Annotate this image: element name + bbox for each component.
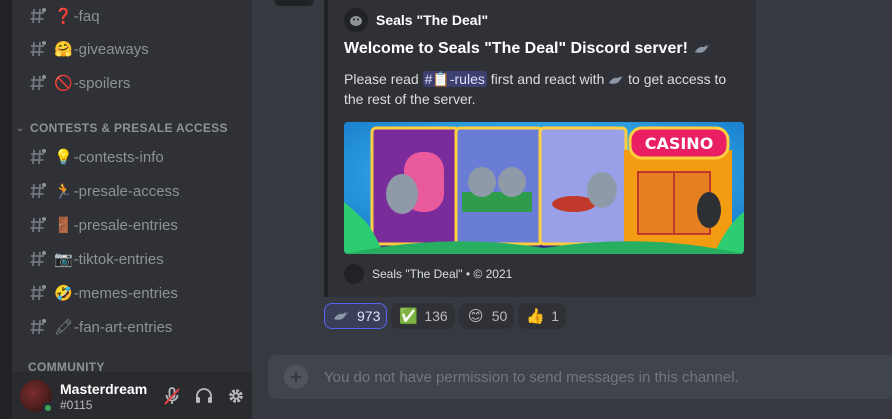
- door-icon: 🚪: [54, 216, 73, 234]
- question-icon: ❓: [54, 7, 73, 25]
- seal-logo-icon: [344, 264, 364, 284]
- embed-title-text: Welcome to Seals "The Deal" Discord serv…: [344, 40, 688, 57]
- reaction-check[interactable]: ✅ 136: [391, 303, 455, 329]
- online-status-icon: [42, 401, 54, 414]
- thumbs-up-icon: 👍: [525, 307, 545, 325]
- reaction-thumbs-up[interactable]: 👍 1: [518, 303, 567, 329]
- user-settings-button[interactable]: [220, 380, 252, 412]
- running-icon: 🏃: [54, 182, 73, 200]
- embed-author: Seals "The Deal": [344, 8, 488, 32]
- avatar[interactable]: [20, 379, 54, 414]
- channel-memes-entries[interactable]: 🤣 -memes-entries: [20, 277, 246, 309]
- category-contests-presale[interactable]: ⌄ CONTESTS & PRESALE ACCESS: [14, 119, 228, 137]
- seal-logo-icon: [344, 8, 368, 32]
- channel-faq[interactable]: ❓ -faq: [20, 0, 246, 32]
- channel-giveaways[interactable]: 🤗 -giveaways: [20, 33, 246, 65]
- hashtag-icon: [28, 317, 48, 337]
- channel-name: -giveaways: [73, 40, 149, 58]
- user-discriminator: #0115: [60, 397, 93, 412]
- welcome-embed: Seals "The Deal" Welcome to Seals "The D…: [324, 0, 756, 297]
- user-controls: [156, 380, 252, 412]
- channel-spoilers[interactable]: 🚫 -spoilers: [20, 67, 246, 99]
- crayon-icon: 🖍: [54, 318, 74, 336]
- reaction-smile[interactable]: 😊 50: [458, 303, 515, 329]
- hashtag-icon: [28, 73, 48, 93]
- user-panel: Masterdream #0115: [12, 372, 252, 419]
- check-mark-icon: ✅: [399, 307, 418, 325]
- lightbulb-icon: 💡: [54, 148, 73, 166]
- channel-name: -tiktok-entries: [73, 250, 164, 268]
- channel-tiktok-entries[interactable]: 📷 -tiktok-entries: [20, 243, 246, 275]
- deafen-button[interactable]: [188, 380, 220, 412]
- channel-presale-entries[interactable]: 🚪 -presale-entries: [20, 209, 246, 241]
- casino-banner-image[interactable]: CASINO: [344, 122, 744, 254]
- reaction-count: 1: [551, 308, 560, 324]
- reaction-seal[interactable]: 973: [324, 303, 388, 329]
- chevron-down-icon: ⌄: [16, 122, 24, 133]
- channel-name: -contests-info: [73, 148, 164, 166]
- plus-icon: [291, 372, 301, 382]
- channel-presale-access[interactable]: 🏃 -presale-access: [20, 175, 246, 207]
- seal-emoji-icon: [694, 45, 709, 53]
- channel-fan-art-entries[interactable]: 🖍 -fan-art-entries: [20, 311, 246, 343]
- channel-name: -fan-art-entries: [74, 318, 173, 336]
- user-info[interactable]: Masterdream #0115: [60, 380, 154, 412]
- embed-title: Welcome to Seals "The Deal" Discord serv…: [344, 40, 710, 58]
- server-list-edge: [0, 0, 12, 419]
- smiling-face-icon: 😊: [467, 307, 484, 325]
- gear-icon: [229, 388, 243, 403]
- message-composer: You do not have permission to send messa…: [268, 355, 892, 399]
- composer-placeholder: You do not have permission to send messa…: [324, 368, 739, 386]
- category-label: CONTESTS & PRESALE ACCESS: [30, 121, 228, 135]
- desc-text: first and react with: [486, 71, 609, 87]
- clipboard-icon: 📋: [432, 72, 450, 88]
- message-area: Seals "The Deal" Welcome to Seals "The D…: [252, 0, 892, 419]
- hugging-face-icon: 🤗: [54, 40, 73, 58]
- discord-app: ❓ -faq 🤗 -giveaways 🚫 -spoilers ⌄ CONTES…: [0, 0, 892, 419]
- add-attachment-button[interactable]: [284, 365, 308, 389]
- reaction-count: 973: [357, 308, 381, 324]
- rules-channel-mention[interactable]: #📋-rules: [422, 71, 487, 88]
- mention-name: -rules: [449, 71, 485, 87]
- no-entry-icon: 🚫: [54, 74, 73, 92]
- reaction-count: 50: [491, 308, 508, 324]
- channel-contests-info[interactable]: 💡 -contests-info: [20, 141, 246, 173]
- seal-emoji-icon: [609, 76, 624, 85]
- casino-sign-text: CASINO: [645, 134, 714, 153]
- channel-name: -spoilers: [73, 74, 131, 92]
- reaction-count: 136: [424, 308, 448, 324]
- channel-name: -memes-entries: [73, 284, 178, 302]
- hashtag-icon: [28, 215, 48, 235]
- hashtag-icon: [28, 39, 48, 59]
- hashtag-icon: [28, 181, 48, 201]
- embed-footer-text: Seals "The Deal" • © 2021: [372, 267, 513, 281]
- microphone-muted-icon: [164, 386, 180, 405]
- embed-description: Please read #📋-rules first and react wit…: [344, 70, 744, 109]
- laughing-icon: 🤣: [54, 284, 73, 302]
- reactions-bar: 973 ✅ 136 😊 50 👍 1: [324, 303, 570, 329]
- seal-emoji-icon: [331, 308, 351, 324]
- embed-author-name: Seals "The Deal": [376, 12, 489, 28]
- channel-name: -presale-entries: [73, 216, 178, 234]
- mute-button[interactable]: [156, 380, 188, 412]
- embed-footer: Seals "The Deal" • © 2021: [344, 264, 512, 284]
- username: Masterdream: [60, 380, 148, 397]
- channel-sidebar: ❓ -faq 🤗 -giveaways 🚫 -spoilers ⌄ CONTES…: [12, 0, 252, 419]
- channel-name: -presale-access: [73, 182, 180, 200]
- hashtag-icon: [28, 147, 48, 167]
- headphones-icon: [196, 387, 212, 403]
- casino-illustration: CASINO: [344, 122, 744, 254]
- hashtag-icon: [28, 6, 48, 26]
- channel-name: -faq: [73, 7, 100, 25]
- desc-text: Please read: [344, 71, 423, 87]
- hashtag-icon: [28, 283, 48, 303]
- camera-icon: 📷: [54, 250, 73, 268]
- bot-avatar[interactable]: [274, 0, 314, 6]
- hashtag-icon: [28, 249, 48, 269]
